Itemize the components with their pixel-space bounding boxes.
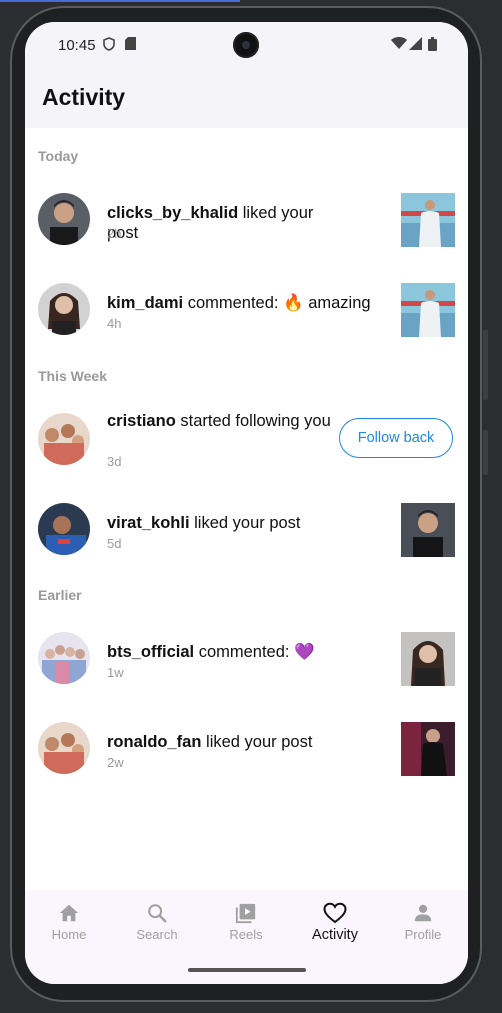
timestamp: 2h (107, 226, 122, 241)
power-button (483, 430, 488, 475)
username[interactable]: cristiano (107, 412, 176, 430)
notification-action: commented: 🔥 amazing (183, 294, 371, 312)
home-icon (59, 904, 79, 922)
search-icon (148, 904, 167, 923)
nav-label-search: Search (136, 927, 178, 942)
notification-text: virat_kohli liked your post (107, 513, 339, 533)
front-camera (233, 32, 259, 58)
nav-item-reels[interactable]: Reels (206, 902, 286, 942)
post-thumbnail[interactable] (401, 283, 455, 337)
timestamp: 3d (107, 454, 122, 469)
status-bar: 10:45 (25, 22, 468, 68)
timestamp: 4h (107, 316, 122, 331)
nav-label-reels: Reels (229, 927, 263, 942)
avatar[interactable] (38, 283, 90, 335)
app-bar: Activity (25, 68, 468, 128)
notification-text: cristiano started following you (107, 411, 339, 431)
notification-action: started following you (175, 412, 331, 430)
username[interactable]: ronaldo_fan (107, 733, 201, 751)
avatar[interactable] (38, 632, 90, 684)
page-title: Activity (42, 84, 126, 110)
post-thumbnail[interactable] (401, 193, 455, 247)
notification-row[interactable]: bts_official commented: 💜 1w (25, 613, 468, 703)
section-header-this-week: This Week (38, 368, 107, 384)
nav-item-profile[interactable]: Profile (383, 902, 463, 942)
nav-item-home[interactable]: Home (29, 902, 109, 942)
notification-action: liked your post (201, 733, 313, 751)
nav-item-activity[interactable]: Activity (295, 902, 375, 943)
top-accent-line (0, 0, 240, 2)
nav-label-profile: Profile (404, 927, 442, 942)
notification-action: commented: 💜 (194, 643, 315, 661)
notification-row[interactable]: ronaldo_fan liked your post 2w (25, 703, 468, 793)
username[interactable]: bts_official (107, 643, 194, 661)
notification-row[interactable]: kim_dami commented: 🔥 amazing 4h (25, 264, 468, 354)
username[interactable]: clicks_by_khalid (107, 204, 238, 222)
section-header-earlier: Earlier (38, 587, 82, 603)
post-thumbnail[interactable] (401, 722, 455, 776)
sd-card-icon (125, 37, 136, 53)
phone-screen: 10:45 Activity Today clicks_by_khalid li… (25, 22, 468, 984)
timestamp: 1w (107, 665, 124, 680)
timestamp: 5d (107, 536, 122, 551)
shield-icon (103, 37, 115, 54)
nav-label-activity: Activity (312, 927, 358, 943)
volume-button (483, 330, 488, 400)
nav-item-search[interactable]: Search (117, 902, 197, 942)
notification-text: kim_dami commented: 🔥 amazing (107, 293, 397, 313)
notification-action: liked your post (189, 514, 301, 532)
notification-row[interactable]: clicks_by_khalid liked your post 2h (25, 174, 468, 264)
notification-row[interactable]: cristiano started following you 3d Follo… (25, 394, 468, 484)
username[interactable]: kim_dami (107, 294, 183, 312)
username[interactable]: virat_kohli (107, 514, 190, 532)
cell-signal-icon (409, 37, 422, 53)
notification-row[interactable]: virat_kohli liked your post 5d (25, 484, 468, 574)
timestamp: 2w (107, 755, 124, 770)
notification-text: bts_official commented: 💜 (107, 642, 339, 662)
section-header-today: Today (38, 148, 79, 164)
battery-icon (428, 37, 437, 54)
nav-label-home: Home (51, 927, 87, 942)
avatar[interactable] (38, 722, 90, 774)
notification-text: ronaldo_fan liked your post (107, 732, 339, 752)
home-indicator[interactable] (188, 968, 306, 972)
post-thumbnail[interactable] (401, 632, 455, 686)
follow-back-button[interactable]: Follow back (339, 418, 453, 458)
heart-icon (323, 902, 347, 924)
avatar[interactable] (38, 503, 90, 555)
reels-icon (235, 903, 256, 924)
notification-text: clicks_by_khalid liked your post (107, 203, 339, 243)
status-time: 10:45 (58, 37, 96, 54)
post-thumbnail[interactable] (401, 503, 455, 557)
avatar[interactable] (38, 193, 90, 245)
person-icon (414, 904, 432, 922)
avatar[interactable] (38, 413, 90, 465)
wifi-icon (391, 37, 407, 53)
